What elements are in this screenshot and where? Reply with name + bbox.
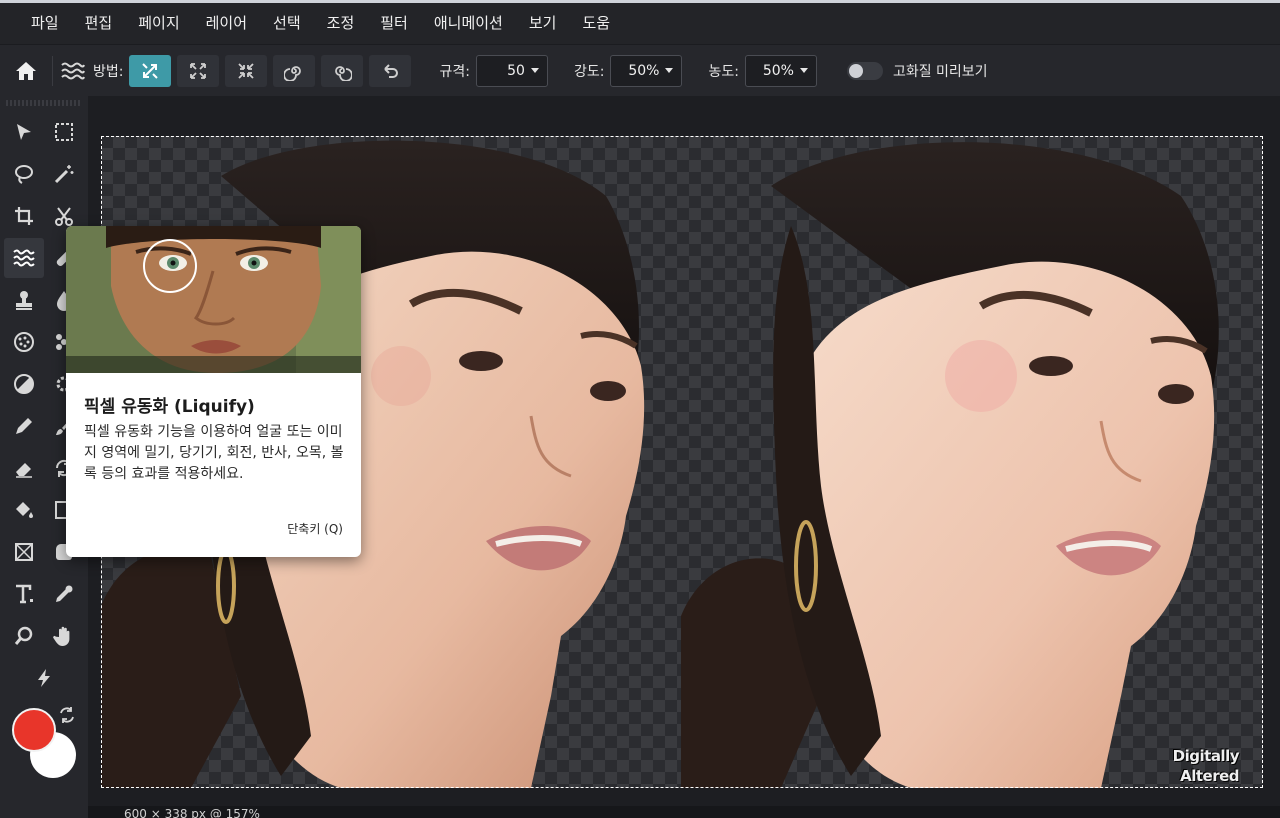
watermark-line-1: Digitally [1172, 747, 1240, 765]
menu-help[interactable]: 도움 [569, 3, 623, 44]
menu-select[interactable]: 선택 [260, 3, 314, 44]
swap-colors-button[interactable] [54, 702, 80, 728]
liquify-tool[interactable] [4, 238, 44, 278]
tooltip-shortcut: 단축키 (Q) [287, 522, 343, 536]
liquify-tool-indicator [53, 45, 93, 97]
image-dimensions: 600 × 338 px @ 157% [124, 808, 260, 818]
paint-bucket-tool[interactable] [4, 490, 44, 530]
expand-icon [190, 62, 207, 79]
shrink-icon [238, 62, 255, 79]
lightning-icon [38, 669, 50, 687]
hand-icon [53, 626, 70, 646]
size-value: 50 [507, 62, 525, 79]
dodge-burn-tool[interactable] [4, 364, 44, 404]
chevron-down-icon [530, 68, 539, 73]
menu-animation[interactable]: 애니메이션 [421, 3, 516, 44]
reconstruct-button[interactable] [369, 54, 412, 87]
contrast-icon [14, 374, 34, 394]
text-tool[interactable] [4, 574, 44, 614]
home-icon [16, 61, 36, 80]
toggle-knob [848, 63, 863, 78]
liquify-icon [61, 62, 85, 79]
menu-bar: 파일 편집 페이지 레이어 선택 조정 필터 애니메이션 보기 도움 [0, 0, 1280, 44]
zoom-tool[interactable] [4, 616, 44, 656]
eyedropper-icon [56, 585, 73, 602]
hand-tool[interactable] [44, 616, 84, 656]
marquee-icon [55, 123, 73, 141]
eraser-icon [16, 463, 32, 478]
pen-icon [16, 418, 32, 434]
crop-tool[interactable] [4, 196, 44, 236]
density-value: 50% [762, 62, 794, 79]
watermark: Digitally Altered [1172, 746, 1240, 786]
menu-layer[interactable]: 레이어 [193, 3, 260, 44]
portrait-after [681, 142, 1219, 788]
twirl-right-button[interactable] [273, 54, 316, 87]
density-select[interactable]: 50% [744, 54, 817, 87]
frame-tool[interactable] [4, 532, 44, 572]
strength-label: 강도: [573, 63, 605, 80]
chevron-down-icon [799, 68, 808, 73]
frame-icon [15, 543, 33, 561]
menu-file[interactable]: 파일 [18, 3, 72, 44]
pen-tool[interactable] [4, 406, 44, 446]
twirl-left-button[interactable] [321, 54, 364, 87]
sponge-icon [14, 332, 34, 352]
sponge-tool[interactable] [4, 322, 44, 362]
marquee-tool[interactable] [44, 112, 84, 152]
swirl-icon [284, 65, 302, 81]
magic-wand-icon [54, 165, 74, 184]
stamp-icon [16, 291, 32, 310]
watermark-line-2: Altered [1180, 767, 1239, 785]
move-tool[interactable] [4, 112, 44, 152]
options-bar: 방법: 규격: 50 강도: 50% 농도: 50% 고화질 미리보기 [0, 44, 1280, 96]
app-window: 파일 편집 페이지 레이어 선택 조정 필터 애니메이션 보기 도움 방법: 규… [0, 0, 1280, 818]
foreground-color-swatch[interactable] [12, 708, 56, 752]
color-picker-tool[interactable] [44, 574, 84, 614]
home-button[interactable] [0, 45, 52, 97]
scissors-icon [55, 207, 73, 226]
menu-page[interactable]: 페이지 [125, 3, 192, 44]
menu-filter[interactable]: 필터 [367, 3, 421, 44]
paint-bucket-icon [16, 502, 33, 518]
liquify-icon [13, 249, 35, 267]
density-label: 농도: [708, 63, 739, 80]
status-bar [88, 806, 1280, 818]
hq-preview-toggle[interactable] [846, 61, 883, 80]
magic-wand-tool[interactable] [44, 154, 84, 194]
tooltip-description: 픽셀 유동화 기능을 이용하여 얼굴 또는 이미지 영역에 밀기, 당기기, 회… [84, 424, 344, 482]
clone-stamp-tool[interactable] [4, 280, 44, 320]
size-label: 규격: [439, 63, 470, 80]
menu-adjust[interactable]: 조정 [314, 3, 368, 44]
tooltip-title: 픽셀 유동화 (Liquify) [84, 397, 255, 417]
crop-icon [15, 207, 33, 225]
tooltip-preview-image [66, 226, 361, 373]
undo-icon [384, 63, 399, 78]
hq-preview-label: 고화질 미리보기 [892, 63, 988, 80]
panel-grip[interactable] [6, 100, 82, 106]
arrow-cursor-icon [17, 124, 31, 140]
method-label: 방법: [93, 63, 124, 80]
strength-select[interactable]: 50% [610, 54, 683, 87]
text-icon [16, 584, 33, 604]
menu-edit[interactable]: 편집 [72, 3, 126, 44]
lasso-tool[interactable] [4, 154, 44, 194]
eraser-tool[interactable] [4, 448, 44, 488]
strength-value: 50% [628, 62, 660, 79]
liquify-tooltip: 픽셀 유동화 (Liquify) 픽셀 유동화 기능을 이용하여 얼굴 또는 이… [66, 226, 361, 557]
menu-view[interactable]: 보기 [516, 3, 570, 44]
shrink-mode-button[interactable] [225, 54, 268, 87]
push-arrows-icon [142, 62, 159, 79]
size-select[interactable]: 50 [475, 54, 548, 87]
lasso-icon [15, 165, 33, 184]
push-mode-button[interactable] [129, 54, 172, 87]
chevron-down-icon [665, 68, 674, 73]
quick-action-tool[interactable] [24, 658, 64, 698]
swap-icon [60, 707, 74, 723]
swirl-reverse-icon [335, 65, 353, 81]
expand-mode-button[interactable] [177, 54, 220, 87]
magnifier-icon [14, 626, 33, 645]
